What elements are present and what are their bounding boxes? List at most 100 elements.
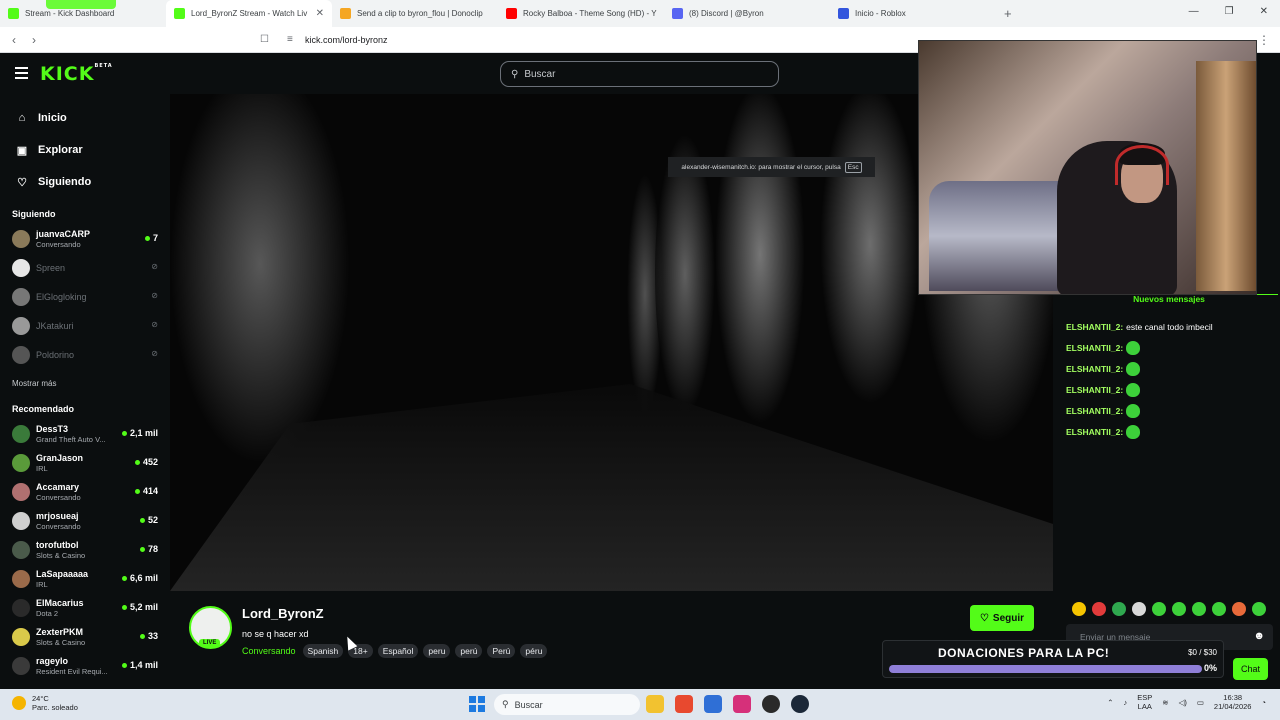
new-messages-divider[interactable]: Nuevos mensajes: [1060, 294, 1278, 307]
new-tab-button[interactable]: +: [1004, 6, 1012, 21]
show-more-link[interactable]: Mostrar más: [0, 373, 168, 393]
recommended-channel[interactable]: mrjosueaj Conversando 52: [0, 506, 168, 535]
tab-title: Rocky Balboa - Theme Song (HD) - Y: [523, 9, 657, 18]
microphone-icon[interactable]: ♪: [1124, 698, 1128, 707]
emote-icon[interactable]: [1252, 602, 1266, 616]
follow-button[interactable]: ♡ Seguir: [970, 605, 1034, 631]
emote-icon[interactable]: [1172, 602, 1186, 616]
language-indicator[interactable]: ESP LAA: [1137, 693, 1152, 711]
recommended-channel[interactable]: DessT3 Grand Theft Auto V... 2,1 mil: [0, 419, 168, 448]
tag[interactable]: Español: [377, 644, 419, 658]
browser-menu-icon[interactable]: ⋮: [1258, 33, 1270, 47]
outlook-icon[interactable]: [704, 695, 722, 713]
emote-icon[interactable]: [1132, 602, 1146, 616]
tag[interactable]: perú: [455, 644, 483, 658]
bookmark-icon[interactable]: ☐: [260, 34, 269, 45]
recommended-channel[interactable]: Accamary Conversando 414: [0, 477, 168, 506]
follow-label: Seguir: [992, 612, 1025, 624]
tag[interactable]: Perú: [487, 644, 516, 658]
following-channel[interactable]: Spreen ⊘: [0, 253, 168, 282]
nav-explorar[interactable]: ▣ Explorar: [16, 134, 168, 166]
file-explorer-icon[interactable]: [646, 695, 664, 713]
viewer-count: 6,6 mil: [121, 573, 158, 583]
chat-username[interactable]: ELSHANTII_2:: [1066, 406, 1123, 416]
emote-icon[interactable]: [1212, 602, 1226, 616]
instagram-icon[interactable]: [733, 695, 751, 713]
nav-inicio[interactable]: ⌂ Inicio: [16, 102, 168, 134]
search-input[interactable]: ⚲ Buscar: [500, 61, 779, 87]
recommended-channel[interactable]: ZexterPKM Slots & Casino 33: [0, 622, 168, 651]
recommended-channel[interactable]: torofutbol Slots & Casino 78: [0, 535, 168, 564]
chat-username[interactable]: ELSHANTII_2:: [1066, 343, 1123, 353]
lang-primary: ESP: [1137, 693, 1153, 702]
channel-name: Spreen: [36, 262, 66, 273]
emoji-picker-icon[interactable]: ☻: [1253, 630, 1265, 642]
emote-icon[interactable]: [1152, 602, 1166, 616]
emote-icon[interactable]: [1092, 602, 1106, 616]
search-icon: ⚲: [502, 699, 509, 709]
stream-tags: Conversando Spanish 18+ Español peru per…: [242, 644, 548, 658]
tab-donoclip[interactable]: Send a clip to byron_flou | Donoclip: [332, 0, 498, 27]
temperature: 24°C: [32, 694, 49, 703]
wifi-icon[interactable]: ≋: [1162, 698, 1168, 707]
tab-roblox[interactable]: Inicio - Roblox: [830, 0, 996, 27]
site-info-icon[interactable]: ≡: [287, 34, 293, 45]
following-channel[interactable]: Poldorino ⊘: [0, 340, 168, 369]
channel-name-heading[interactable]: Lord_ByronZ: [242, 606, 324, 621]
chat-username[interactable]: ELSHANTII_2:: [1066, 427, 1123, 437]
emote-icon[interactable]: [1112, 602, 1126, 616]
emote-icon[interactable]: [1072, 602, 1086, 616]
close-window-icon[interactable]: ✕: [1260, 6, 1268, 17]
chat-username[interactable]: ELSHANTII_2:: [1066, 385, 1123, 395]
battery-icon[interactable]: ▭: [1197, 698, 1204, 707]
avatar: [12, 511, 30, 530]
tag[interactable]: péru: [520, 644, 548, 658]
emote-icon[interactable]: [1192, 602, 1206, 616]
clock[interactable]: 16:38 21/04/2026: [1214, 693, 1252, 711]
nav-siguiendo[interactable]: ♡ Siguiendo: [16, 166, 168, 198]
home-icon: ⌂: [18, 112, 26, 124]
channel-category: Conversando: [36, 239, 81, 249]
chat-username[interactable]: ELSHANTII_2:: [1066, 364, 1123, 374]
windows-start-icon[interactable]: [469, 696, 485, 712]
steam-icon[interactable]: [791, 695, 809, 713]
kick-logo[interactable]: KICKBETA: [40, 63, 113, 85]
tab-discord[interactable]: (8) Discord | @Byron: [664, 0, 830, 27]
following-channel[interactable]: ElGlogloking ⊘: [0, 282, 168, 311]
obs-icon[interactable]: [762, 695, 780, 713]
chat-username[interactable]: ELSHANTII_2:: [1066, 322, 1123, 332]
back-icon[interactable]: ‹: [4, 33, 24, 47]
tab-lord-byronz[interactable]: Lord_ByronZ Stream - Watch Liv ✕: [166, 0, 332, 27]
following-channel[interactable]: JKatakuri ⊘: [0, 311, 168, 340]
tag[interactable]: peru: [423, 644, 451, 658]
tab-title: Send a clip to byron_flou | Donoclip: [357, 9, 483, 18]
esc-key: Esc: [844, 161, 862, 173]
recommended-channel[interactable]: LaSapaaaaa IRL 6,6 mil: [0, 564, 168, 593]
weather-widget[interactable]: 24°C Parc. soleado: [12, 694, 78, 712]
chat-send-button[interactable]: Chat: [1233, 658, 1268, 680]
category-link[interactable]: Conversando: [242, 646, 296, 656]
taskbar-search[interactable]: ⚲ Buscar: [494, 694, 640, 715]
viewer-count: 52: [139, 515, 158, 525]
tab-youtube[interactable]: Rocky Balboa - Theme Song (HD) - Y: [498, 0, 664, 27]
recommended-channel[interactable]: GranJason IRL 452: [0, 448, 168, 477]
emote-icon[interactable]: [1232, 602, 1246, 616]
recommended-channel[interactable]: rageylo Resident Evil Requi... 1,4 mil: [0, 651, 168, 680]
recommended-channel[interactable]: ElMacarius Dota 2 5,2 mil: [0, 593, 168, 622]
brave-browser-icon[interactable]: [675, 695, 693, 713]
webcam-overlay: [918, 40, 1257, 295]
hamburger-menu-icon[interactable]: [15, 67, 28, 82]
close-icon[interactable]: ✕: [316, 8, 324, 19]
notifications-icon[interactable]: ◔: [1261, 698, 1266, 707]
viewer-count-value: 452: [142, 457, 158, 467]
url-field[interactable]: kick.com/lord-byronz: [305, 35, 388, 45]
forward-icon[interactable]: ›: [24, 33, 44, 47]
minimize-icon[interactable]: —: [1189, 6, 1199, 17]
chevron-up-icon[interactable]: ⌃: [1107, 698, 1113, 707]
maximize-icon[interactable]: ❐: [1225, 6, 1234, 17]
tag[interactable]: Spanish: [302, 644, 344, 658]
volume-icon[interactable]: ◁): [1179, 698, 1187, 707]
taskbar-apps: [646, 695, 809, 713]
following-channel[interactable]: juanvaCARP Conversando 7: [0, 224, 168, 253]
channel-name: mrjosueaj: [36, 510, 79, 521]
